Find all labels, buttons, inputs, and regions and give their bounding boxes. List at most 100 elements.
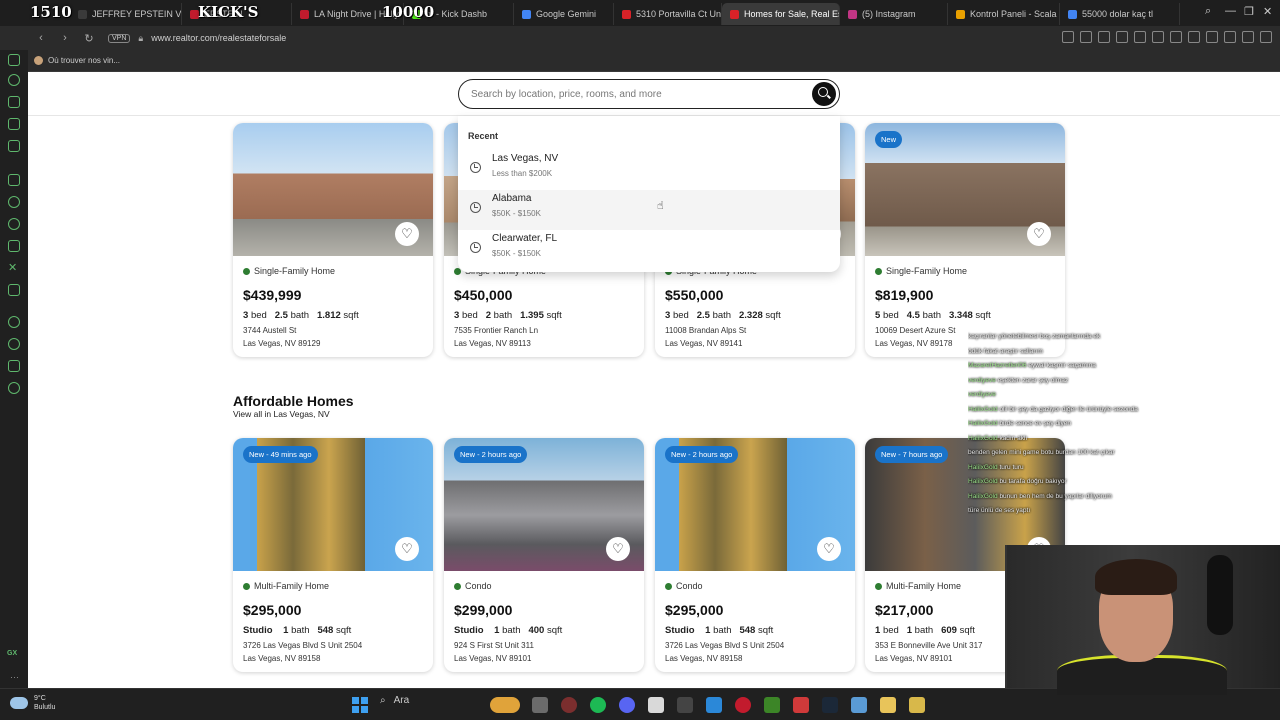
sidebar-history-icon[interactable] <box>8 74 20 86</box>
extension-icon[interactable] <box>1170 31 1182 43</box>
bookmark-bar: Où trouver nos vin... <box>0 50 1280 72</box>
recent-item[interactable]: Clearwater, FL $50K - $150K <box>458 230 840 270</box>
browser-search-icon[interactable]: ⌕ <box>1205 5 1211 18</box>
vpn-badge[interactable]: VPN <box>108 33 131 43</box>
sidebar-shop-icon[interactable] <box>8 96 20 108</box>
weather-widget[interactable]: 9°C Bulutlu <box>10 694 55 712</box>
favorite-heart-icon[interactable]: ♡ <box>606 537 630 561</box>
taskbar-app-icon[interactable] <box>677 697 693 713</box>
extension-icon[interactable] <box>1098 31 1110 43</box>
sidebar-x-icon[interactable]: ✕ <box>8 262 20 274</box>
taskbar-app-icon[interactable] <box>490 697 520 713</box>
sidebar-more-icon[interactable]: ⋯ <box>10 672 19 683</box>
browser-tab[interactable]: (5) Instagram <box>840 3 948 25</box>
favorite-heart-icon[interactable]: ♡ <box>1027 222 1051 246</box>
reload-icon[interactable]: ↻ <box>80 32 98 45</box>
extension-icon[interactable] <box>1080 31 1092 43</box>
listing-card[interactable]: New ♡ Single-Family Home $819,900 5 bed 4.5 … <box>865 123 1065 357</box>
taskbar-store-icon[interactable] <box>648 697 664 713</box>
taskbar-app-icon[interactable] <box>880 697 896 713</box>
listing-street[interactable]: 3744 Austell St <box>243 326 296 335</box>
extension-icon[interactable] <box>1242 31 1254 43</box>
tab-label: Google Gemini <box>536 9 597 19</box>
listing-card[interactable]: New - 2 hours ago ♡ Condo $299,000 Studio 1 … <box>444 438 644 672</box>
listing-card[interactable]: New - 2 hours ago ♡ Condo $295,000 Studio 1 … <box>655 438 855 672</box>
close-icon[interactable]: ✕ <box>1263 5 1272 18</box>
forward-icon[interactable]: › <box>56 32 74 44</box>
taskbar-app-icon[interactable] <box>909 697 925 713</box>
favorite-heart-icon[interactable]: ♡ <box>395 222 419 246</box>
sidebar-gx-icon[interactable]: GX <box>7 650 17 657</box>
extension-icon[interactable] <box>1260 31 1272 43</box>
sidebar-wallet-icon[interactable] <box>8 118 20 130</box>
property-type: Single-Family Home <box>243 266 335 276</box>
listing-card[interactable]: ♡ Single-Family Home $439,999 3 bed 2.5 bat… <box>233 123 433 357</box>
sidebar-notes-icon[interactable] <box>8 360 20 372</box>
extension-icon[interactable] <box>1224 31 1236 43</box>
listing-street[interactable]: 924 S First St Unit 311 <box>454 641 534 650</box>
taskbar-spotify-icon[interactable] <box>590 697 606 713</box>
taskbar-settings-icon[interactable] <box>851 697 867 713</box>
back-icon[interactable]: ‹ <box>32 32 50 44</box>
property-type-label: Multi-Family Home <box>886 581 962 591</box>
listing-street[interactable]: 3726 Las Vegas Blvd S Unit 2504 <box>665 641 784 650</box>
beds-label: bed <box>461 310 478 321</box>
sidebar-player-icon[interactable] <box>8 316 20 328</box>
listing-street[interactable]: 3726 Las Vegas Blvd S Unit 2504 <box>243 641 362 650</box>
minimize-icon[interactable]: — <box>1225 5 1236 17</box>
sidebar-messenger-icon[interactable] <box>8 140 20 152</box>
favorite-heart-icon[interactable]: ♡ <box>817 537 841 561</box>
extension-icon[interactable] <box>1188 31 1200 43</box>
sidebar-settings-icon[interactable] <box>8 382 20 394</box>
view-all-link[interactable]: View all in Las Vegas, NV <box>233 409 330 419</box>
listing-street[interactable]: 11008 Brandan Alps St <box>665 326 746 335</box>
url-field[interactable]: www.realtor.com/realestateforsale <box>151 33 286 43</box>
taskbar-minecraft-icon[interactable] <box>764 697 780 713</box>
bookmark-item[interactable]: Où trouver nos vin... <box>34 56 120 65</box>
sidebar-clock-icon[interactable] <box>8 338 20 350</box>
listing-street[interactable]: 7535 Frontier Ranch Ln <box>454 326 538 335</box>
taskbar-opera-icon[interactable] <box>561 697 577 713</box>
browser-tab[interactable]: 5310 Portavilla Ct Un <box>614 3 722 25</box>
maximize-icon[interactable]: ❐ <box>1244 5 1254 18</box>
taskbar-app-icon[interactable] <box>532 697 548 713</box>
listing-card[interactable]: New - 49 mins ago ♡ Multi-Family Home $295,… <box>233 438 433 672</box>
browser-tab[interactable]: Kontrol Paneli - Scala <box>948 3 1060 25</box>
taskbar-steam-icon[interactable] <box>822 697 838 713</box>
search-button[interactable] <box>812 82 836 106</box>
tab-favicon-icon <box>730 9 739 19</box>
sidebar-telegram-icon[interactable] <box>8 218 20 230</box>
baths-label: bath <box>712 310 732 321</box>
search-input[interactable] <box>471 86 801 102</box>
listing-street[interactable]: 10069 Desert Azure St <box>875 326 956 335</box>
taskbar-discord-icon[interactable] <box>619 697 635 713</box>
weather-temp: 9°C <box>34 695 46 702</box>
extension-icon[interactable] <box>1152 31 1164 43</box>
chat-message: MazaretHazretleri06 eywal kaşmir saçamın… <box>968 359 1238 374</box>
sidebar-discord-icon[interactable] <box>8 284 20 296</box>
lock-icon[interactable]: 🔒︎ <box>138 33 143 44</box>
extension-icon[interactable] <box>1134 31 1146 43</box>
extension-icon[interactable] <box>1116 31 1128 43</box>
sidebar-twitch-icon[interactable] <box>8 174 20 186</box>
recent-item[interactable]: Alabama $50K - $150K <box>458 190 840 230</box>
sidebar-whatsapp-icon[interactable] <box>8 196 20 208</box>
windows-start-icon[interactable] <box>352 697 368 713</box>
browser-tab[interactable]: JEFFREY EPSTEIN V <box>70 3 182 25</box>
browser-tab[interactable]: Google Gemini <box>514 3 614 25</box>
taskbar-app-icon[interactable] <box>793 697 809 713</box>
extension-icon[interactable] <box>1206 31 1218 43</box>
taskbar-app-icon[interactable] <box>706 697 722 713</box>
extension-icon[interactable] <box>1062 31 1074 43</box>
sidebar-home-icon[interactable] <box>8 54 20 66</box>
browser-tab[interactable]: 55000 dolar kaç tl <box>1060 3 1180 25</box>
taskbar-opera-gx-icon[interactable] <box>735 697 751 713</box>
favorite-heart-icon[interactable]: ♡ <box>395 537 419 561</box>
browser-tab[interactable]: Homes for Sale, Real Esta <box>722 3 840 25</box>
chat-text: eşekten zarar şey olmaz <box>997 376 1069 384</box>
listing-street[interactable]: 353 E Bonneville Ave Unit 317 <box>875 641 982 650</box>
recent-item[interactable]: Las Vegas, NV Less than $200K <box>458 150 840 190</box>
sqft-value: 1.395 <box>520 310 544 321</box>
sidebar-instagram-icon[interactable] <box>8 240 20 252</box>
taskbar-search[interactable]: ⌕ Ara <box>380 695 409 706</box>
